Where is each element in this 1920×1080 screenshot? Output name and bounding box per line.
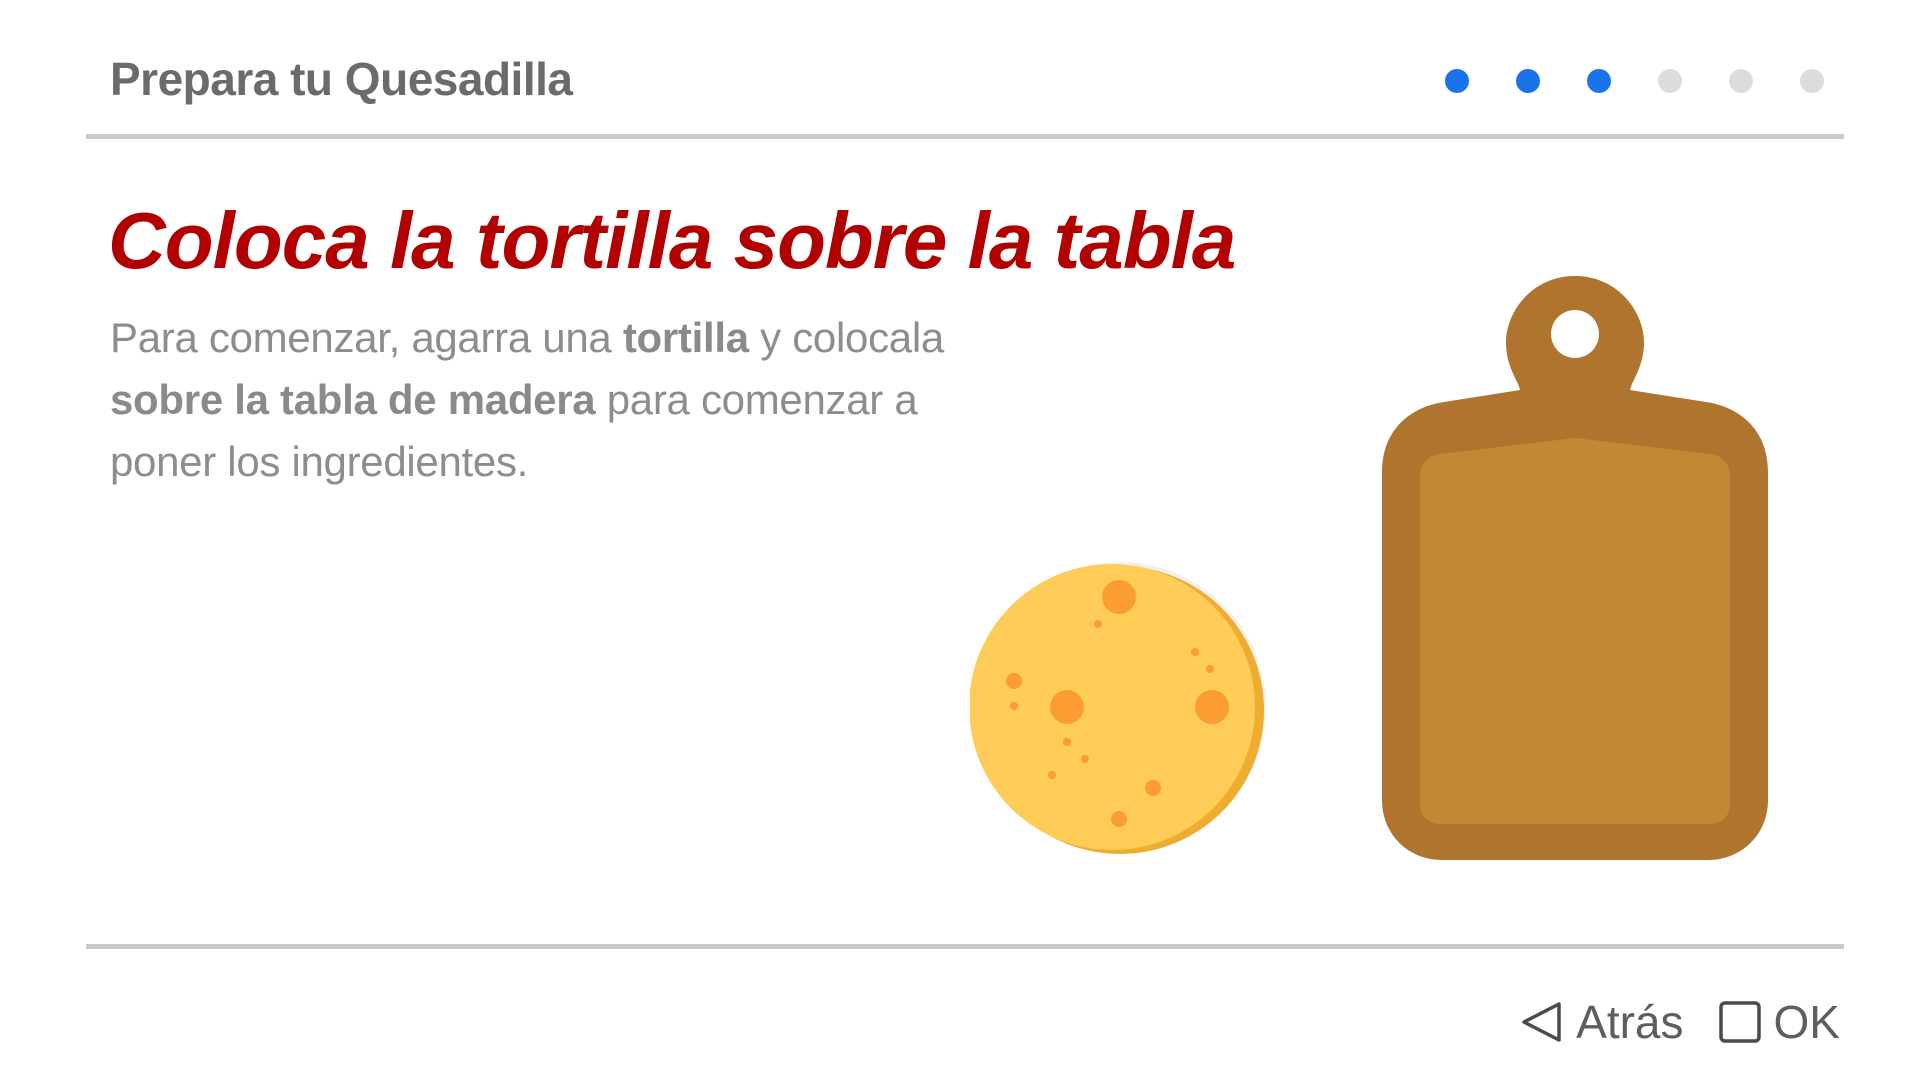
square-icon [1718, 1001, 1761, 1043]
progress-dot-pending [1800, 69, 1824, 93]
progress-dot-complete [1587, 69, 1611, 93]
ok-button-label: OK [1773, 996, 1840, 1048]
description-highlight-board: sobre la tabla de madera [110, 376, 596, 423]
ok-button[interactable]: OK [1718, 995, 1840, 1049]
step-heading: Coloca la tortilla sobre la tabla [108, 196, 1236, 285]
description-highlight-tortilla: tortilla [622, 314, 749, 361]
description-text: Para comenzar, agarra una [110, 314, 623, 361]
back-button-label: Atrás [1576, 996, 1684, 1048]
progress-dot-complete [1445, 69, 1469, 93]
step-description: Para comenzar, agarra una tortilla y col… [110, 307, 980, 493]
progress-dot-pending [1729, 69, 1753, 93]
progress-dot-pending [1658, 69, 1682, 93]
quesadilla-step-screen: Prepara tu Quesadilla Coloca la tortilla… [0, 0, 1920, 1080]
description-text: y colocala [748, 314, 944, 361]
triangle-left-icon [1522, 1002, 1561, 1042]
footer-divider [86, 944, 1844, 949]
progress-dot-complete [1516, 69, 1540, 93]
back-button[interactable]: Atrás [1520, 995, 1684, 1049]
footer-controls: Atrás OK [1520, 994, 1840, 1050]
header-divider [86, 134, 1844, 139]
cutting-board-icon[interactable] [1380, 272, 1770, 862]
app-title: Prepara tu Quesadilla [110, 53, 573, 105]
tortilla-icon[interactable] [970, 560, 1270, 860]
